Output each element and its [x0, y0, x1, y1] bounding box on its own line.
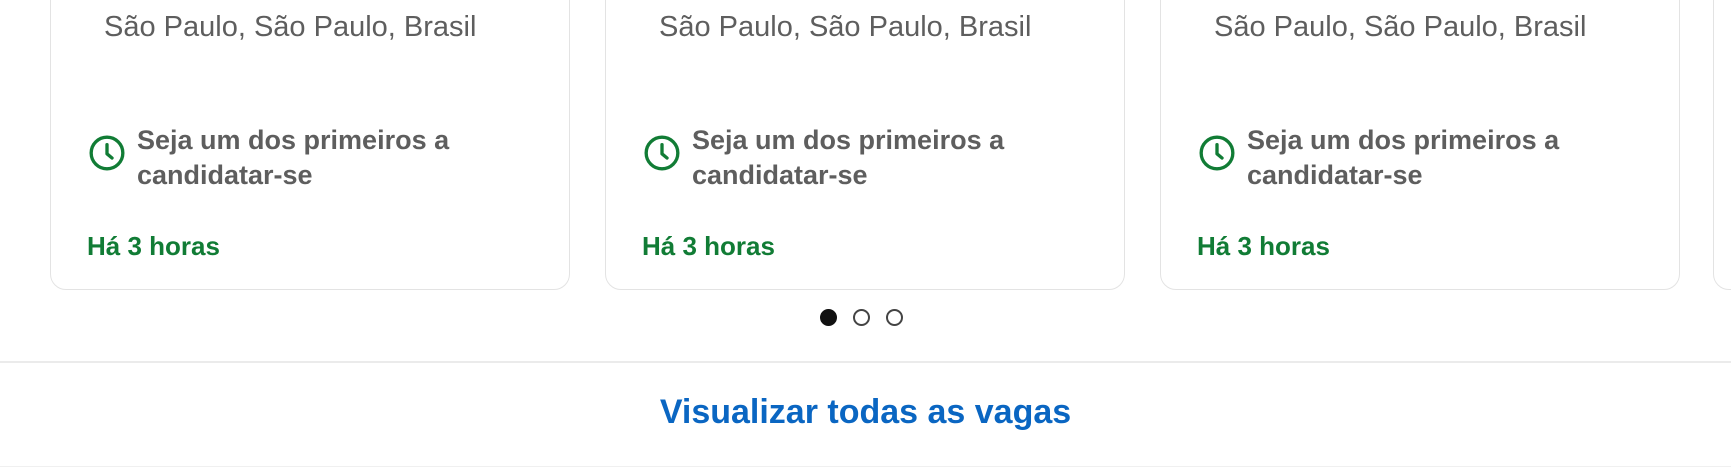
job-location: São Paulo, São Paulo, Brasil [659, 11, 1032, 43]
job-insight-text: Seja um dos primeiros a candidatar-se [137, 125, 450, 190]
job-card[interactable]: São Paulo, São Paulo, Brasil Seja um dos… [605, 0, 1125, 290]
job-card-partial[interactable] [1713, 0, 1731, 290]
view-all-jobs-link[interactable]: Visualizar todas as vagas [0, 393, 1731, 432]
job-posted-time: Há 3 horas [87, 231, 220, 261]
jobs-carousel: São Paulo, São Paulo, Brasil Seja um dos… [0, 0, 1731, 300]
carousel-pagination [820, 309, 903, 326]
clock-icon [1199, 135, 1235, 171]
job-card[interactable]: São Paulo, São Paulo, Brasil Seja um dos… [50, 0, 570, 290]
job-posted-time: Há 3 horas [1197, 231, 1330, 261]
job-insight: Seja um dos primeiros a candidatar-se [1197, 123, 1607, 193]
job-insight-text: Seja um dos primeiros a candidatar-se [692, 125, 1005, 190]
job-location: São Paulo, São Paulo, Brasil [104, 11, 477, 43]
section-divider [0, 361, 1731, 363]
job-card[interactable]: São Paulo, São Paulo, Brasil Seja um dos… [1160, 0, 1680, 290]
pagination-dot[interactable] [820, 309, 837, 326]
clock-icon [644, 135, 680, 171]
job-insight-text: Seja um dos primeiros a candidatar-se [1247, 125, 1560, 190]
job-location: São Paulo, São Paulo, Brasil [1214, 11, 1587, 43]
pagination-dot[interactable] [853, 309, 870, 326]
clock-icon [89, 135, 125, 171]
pagination-dot[interactable] [886, 309, 903, 326]
job-insight: Seja um dos primeiros a candidatar-se [642, 123, 1052, 193]
jobs-section: São Paulo, São Paulo, Brasil Seja um dos… [0, 0, 1731, 471]
job-insight: Seja um dos primeiros a candidatar-se [87, 123, 497, 193]
section-bottom-edge [0, 466, 1731, 471]
job-posted-time: Há 3 horas [642, 231, 775, 261]
